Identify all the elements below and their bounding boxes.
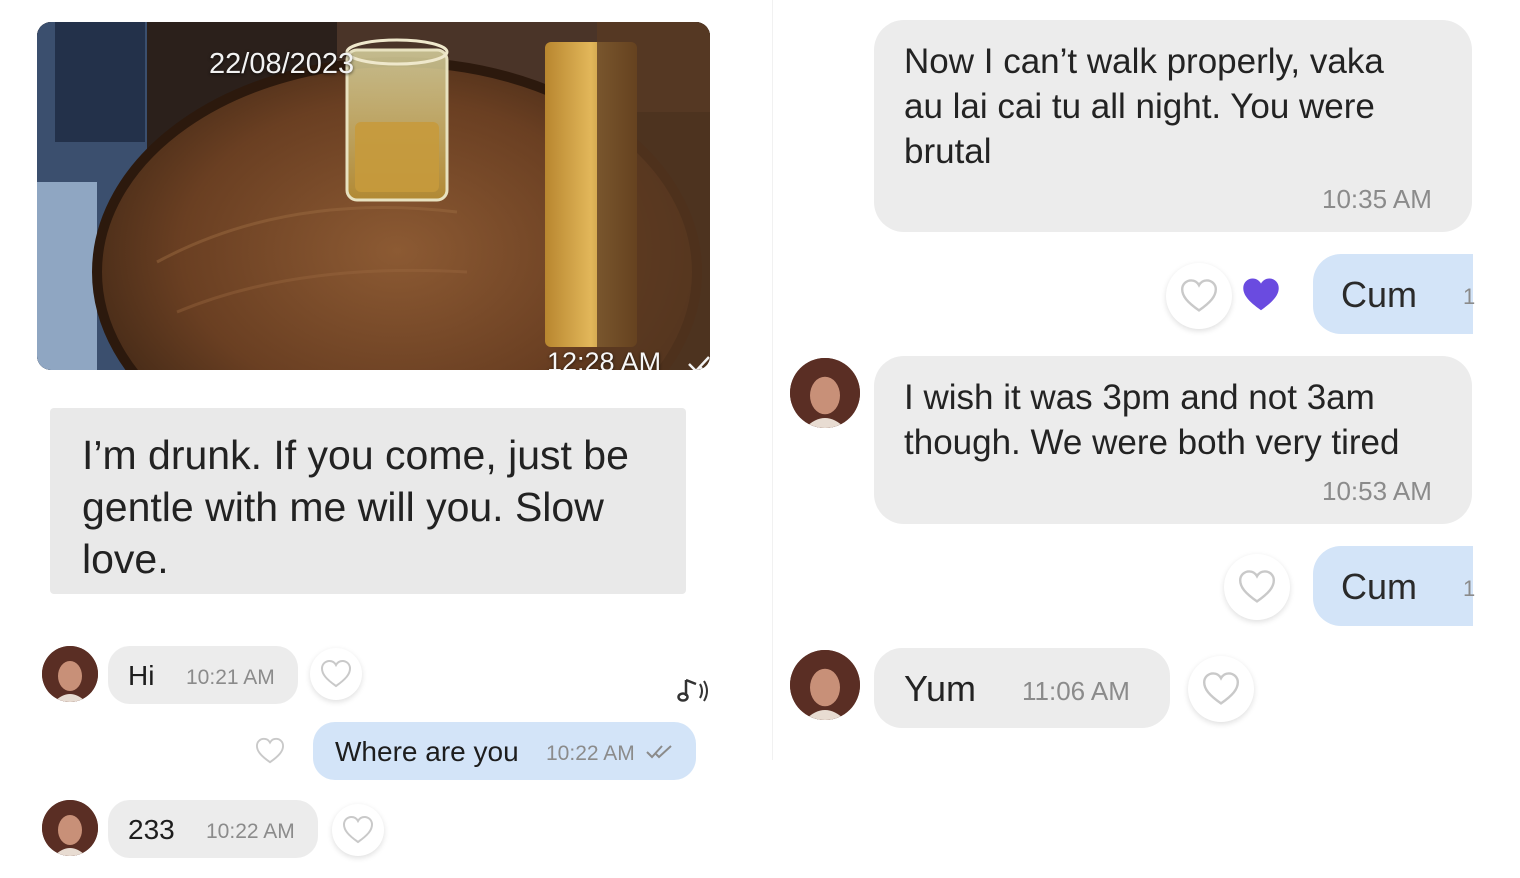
message-timestamp: 10:53 AM bbox=[1322, 476, 1432, 506]
message-timestamp: 11:06 AM bbox=[1022, 676, 1130, 706]
message-text-line: gentle with me will you. Slow bbox=[82, 484, 604, 530]
message-text: Cum bbox=[1341, 566, 1418, 607]
photo-date: 22/08/2023 bbox=[209, 48, 355, 80]
react-heart-button[interactable] bbox=[332, 804, 384, 856]
message-text-line: though. We were both very tired bbox=[904, 423, 1400, 462]
photo-timestamp: 12:28 AM bbox=[547, 347, 662, 370]
avatar[interactable] bbox=[790, 650, 860, 720]
react-heart-button[interactable] bbox=[1166, 263, 1232, 329]
heart-outline-icon bbox=[255, 737, 285, 764]
message-bubble-received[interactable]: Hi 10:21 AM bbox=[108, 646, 298, 704]
message-text: 233 bbox=[128, 814, 175, 845]
message-text-line: Now I can’t walk properly, vaka bbox=[904, 42, 1384, 81]
message-bubble-received[interactable]: I wish it was 3pm and not 3am though. We… bbox=[874, 356, 1472, 524]
message-bubble-received[interactable]: Now I can’t walk properly, vaka au lai c… bbox=[874, 20, 1472, 232]
avatar[interactable] bbox=[42, 646, 98, 702]
music-note-icon[interactable] bbox=[676, 676, 712, 711]
panel-divider bbox=[772, 0, 773, 760]
message-bubble-received[interactable]: 233 10:22 AM bbox=[108, 800, 318, 858]
message-bubble-sent[interactable]: Cum 1 bbox=[1313, 546, 1476, 626]
message-bubble-received[interactable]: Yum 11:06 AM bbox=[874, 648, 1170, 728]
heart-outline-icon bbox=[320, 659, 352, 688]
message-text-line: brutal bbox=[904, 132, 992, 171]
message-timestamp: 10:35 AM bbox=[1322, 184, 1432, 214]
message-text: Yum bbox=[904, 668, 977, 709]
avatar[interactable] bbox=[42, 800, 98, 856]
cropped-timestamp: 1 bbox=[1463, 576, 1476, 601]
double-check-icon bbox=[687, 354, 710, 370]
message-bubble-sent[interactable]: Cum 1 bbox=[1313, 254, 1476, 334]
heart-outline-icon bbox=[1180, 279, 1218, 312]
avatar[interactable] bbox=[790, 358, 860, 428]
message-text: Hi bbox=[128, 660, 155, 691]
message-text: Where are you bbox=[335, 736, 519, 767]
bar-table-photo bbox=[37, 22, 710, 370]
react-heart-button[interactable] bbox=[1188, 656, 1254, 722]
message-text-line: au lai cai tu all night. You were bbox=[904, 87, 1375, 126]
message-text-line: I wish it was 3pm and not 3am bbox=[904, 378, 1375, 417]
photo-message[interactable]: 22/08/2023 12:28 AM bbox=[37, 22, 710, 370]
react-heart-button[interactable] bbox=[310, 648, 362, 700]
react-heart-button[interactable] bbox=[1224, 554, 1290, 620]
message-timestamp: 10:21 AM bbox=[186, 666, 275, 689]
message-timestamp: 10:22 AM bbox=[546, 742, 635, 765]
message-text: Cum bbox=[1341, 274, 1418, 315]
heart-outline-icon bbox=[342, 815, 374, 844]
cropped-timestamp: 1 bbox=[1463, 284, 1476, 309]
message-bubble-sent[interactable]: Where are you 10:22 AM bbox=[313, 722, 696, 780]
heart-outline-icon bbox=[1202, 672, 1240, 705]
message-text-line: I’m drunk. If you come, just be bbox=[82, 432, 629, 478]
message-text-line: love. bbox=[82, 536, 169, 582]
heart-filled-icon[interactable] bbox=[1240, 276, 1282, 319]
heart-outline-icon bbox=[1238, 570, 1276, 603]
react-heart-button[interactable] bbox=[246, 727, 294, 775]
message-bubble-received[interactable]: I’m drunk. If you come, just be gentle w… bbox=[50, 408, 686, 594]
double-check-icon bbox=[646, 744, 676, 765]
message-timestamp: 10:22 AM bbox=[206, 820, 295, 843]
